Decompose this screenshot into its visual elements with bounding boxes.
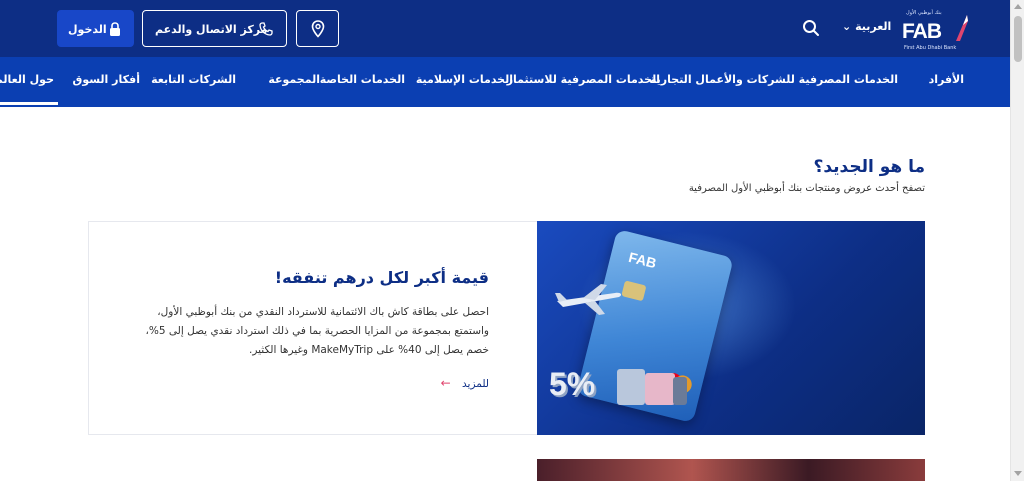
login-label: الدخول <box>68 23 107 36</box>
fab-logo[interactable]: بنك أبوظبي الأول FAB First Abu Dhabi Ban… <box>902 10 968 51</box>
scrollbar-thumb[interactable] <box>1014 16 1022 62</box>
map-pin-icon <box>311 20 325 38</box>
nav-item-group[interactable]: المجموعة <box>268 73 320 86</box>
main-nav: الأفراد الخدمات المصرفية للشركات والأعما… <box>0 57 1010 107</box>
airplane-icon <box>555 284 622 315</box>
nav-item-investment[interactable]: الخدمات المصرفية للاستثمار <box>507 73 660 86</box>
section-title: ما هو الجديد؟ <box>813 157 925 177</box>
contact-center-label: مركز الاتصال والدعم <box>155 23 268 36</box>
logo-mark-icon <box>956 15 968 41</box>
nav-item-personal[interactable]: الأفراد <box>929 73 964 86</box>
arrow-left-icon: ← <box>440 376 451 390</box>
promo-line: واستمتع بمجموعة من المزايا الحصرية بما ف… <box>145 325 489 337</box>
scroll-down-icon[interactable] <box>1014 471 1022 476</box>
cashback-badge: 5% <box>549 366 596 402</box>
language-label: العربية <box>855 20 892 33</box>
language-selector[interactable]: ⌄ العربية <box>842 20 891 33</box>
lock-icon <box>110 22 120 36</box>
nav-active-indicator <box>0 102 58 105</box>
promo-title: قيمة أكبر لكل درهم تنفقه! <box>274 268 489 287</box>
promo-image: FAB 5% <box>537 221 925 435</box>
nav-item-subsidiaries[interactable]: الشركات التابعة <box>151 73 236 86</box>
next-promo-image <box>537 459 925 481</box>
logo-english-text: First Abu Dhabi Bank <box>904 45 957 51</box>
section-subtitle: تصفح أحدث عروض ومنتجات بنك أبوظبي الأول … <box>688 183 925 194</box>
card-brand-text: FAB <box>627 248 659 272</box>
nav-item-market-insights[interactable]: أفكار السوق <box>73 73 141 86</box>
nav-item-private[interactable]: الخدمات الخاصة <box>320 73 405 86</box>
chevron-down-icon: ⌄ <box>842 20 852 33</box>
nav-item-worldwide[interactable]: حول العالم <box>0 73 54 86</box>
branch-locator-button[interactable] <box>296 10 339 47</box>
contact-center-button[interactable]: مركز الاتصال والدعم <box>142 10 287 47</box>
nav-item-corporate[interactable]: الخدمات المصرفية للشركات والأعمال التجار… <box>650 73 898 86</box>
login-button[interactable]: الدخول <box>57 10 134 47</box>
promo-line: احصل على بطاقة كاش باك الائتمانية للاستر… <box>157 306 489 318</box>
logo-text: FAB <box>902 20 942 43</box>
learn-more-link[interactable]: للمزيد ← <box>441 376 489 390</box>
promo-line: خصم يصل إلى 40% على MakeMyTrip وغيرها ال… <box>248 344 489 356</box>
learn-more-label: للمزيد <box>462 378 489 390</box>
nav-item-islamic[interactable]: الخدمات الإسلامية <box>416 73 513 86</box>
top-bar: بنك أبوظبي الأول FAB First Abu Dhabi Ban… <box>0 0 1010 57</box>
search-icon[interactable] <box>802 19 820 37</box>
scroll-up-icon[interactable] <box>1014 4 1022 9</box>
promo-description: احصل على بطاقة كاش باك الائتمانية للاستر… <box>69 303 489 360</box>
logo-arabic-text: بنك أبوظبي الأول <box>906 10 942 16</box>
scrollbar[interactable] <box>1010 0 1024 481</box>
